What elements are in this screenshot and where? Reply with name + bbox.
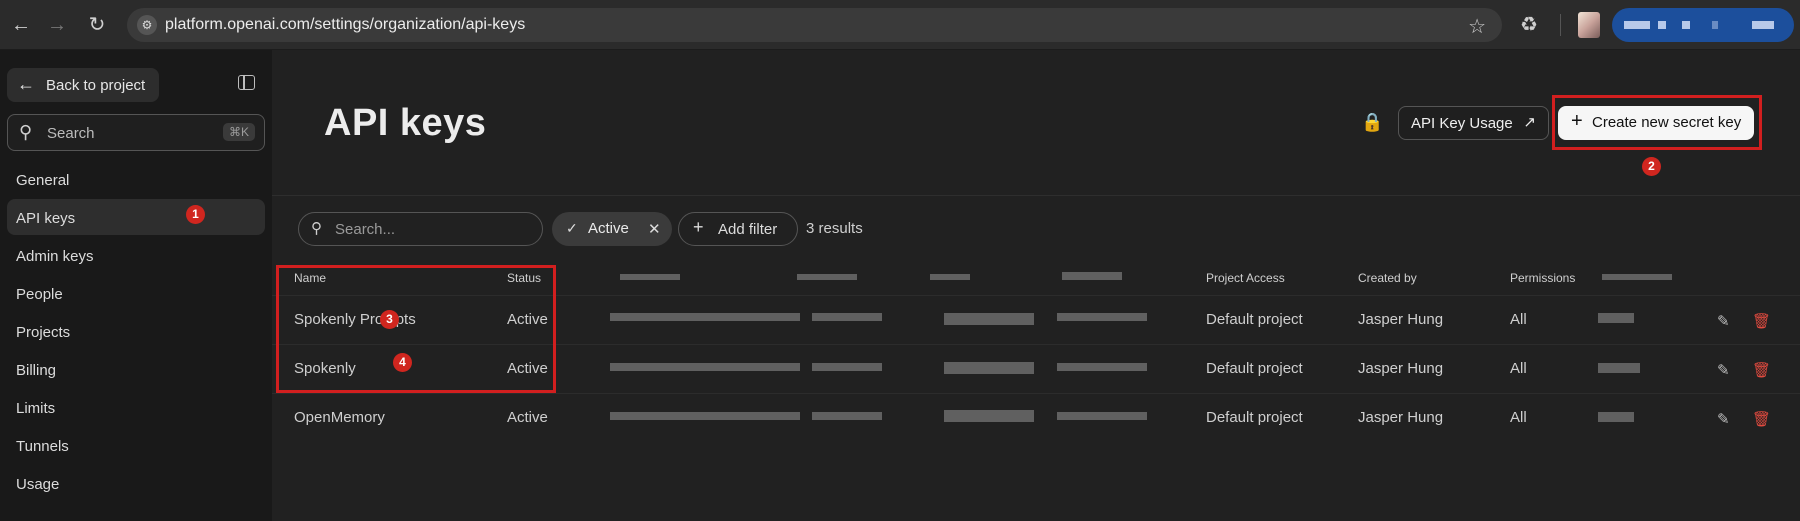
- search-icon: ⚲: [19, 122, 33, 142]
- search-shortcut-badge: ⌘K: [222, 123, 255, 141]
- page-title: API keys: [324, 102, 487, 144]
- annotation-badge-3: 3: [380, 310, 399, 329]
- table-search-placeholder: Search...: [335, 221, 396, 238]
- sidebar: ← Back to project ⚲ Search ⌘K General AP…: [0, 50, 272, 521]
- active-filter-label: Active: [588, 220, 629, 237]
- back-to-project-label: Back to project: [46, 77, 146, 94]
- api-key-usage-button[interactable]: API Key Usage ↗: [1398, 106, 1549, 140]
- star-icon[interactable]: ☆: [1468, 14, 1486, 39]
- check-icon: ✓: [566, 220, 578, 236]
- redacted-value: [944, 410, 1034, 422]
- annotation-box-rows: [276, 265, 556, 393]
- edit-icon[interactable]: ✎: [1717, 361, 1733, 379]
- redacted-value: [610, 363, 800, 371]
- sidebar-search-input[interactable]: ⚲ Search ⌘K: [7, 114, 265, 151]
- site-settings-icon[interactable]: ⚙: [137, 15, 157, 35]
- row-created-by: Jasper Hung: [1358, 311, 1444, 328]
- redacted-value: [1057, 313, 1147, 321]
- redacted-value: [1598, 412, 1634, 422]
- annotation-badge-2: 2: [1642, 157, 1661, 176]
- external-link-icon: ↗: [1523, 114, 1536, 131]
- redacted-value: [944, 362, 1034, 374]
- row-permissions: All: [1510, 409, 1527, 426]
- puzzle-icon[interactable]: ♻: [1520, 12, 1538, 37]
- redacted-value: [1598, 363, 1640, 373]
- sidebar-item-tunnels[interactable]: Tunnels: [16, 438, 69, 455]
- edit-icon[interactable]: ✎: [1717, 312, 1733, 330]
- column-header-created-by[interactable]: Created by: [1358, 271, 1417, 285]
- sidebar-toggle-icon[interactable]: [238, 75, 255, 90]
- row-created-by: Jasper Hung: [1358, 360, 1444, 377]
- row-project-access: Default project: [1206, 360, 1303, 377]
- redacted-value: [1057, 412, 1147, 420]
- edit-icon[interactable]: ✎: [1717, 410, 1733, 428]
- redacted-value: [1598, 313, 1634, 323]
- reload-icon[interactable]: ↻: [84, 12, 110, 38]
- row-project-access: Default project: [1206, 409, 1303, 426]
- search-icon: ⚲: [311, 220, 322, 237]
- annotation-badge-1: 1: [186, 205, 205, 224]
- sidebar-item-limits[interactable]: Limits: [16, 400, 55, 417]
- browser-toolbar: ← → ↻ ⚙ platform.openai.com/settings/org…: [0, 0, 1800, 50]
- sidebar-item-general[interactable]: General: [16, 172, 69, 189]
- back-to-project-button[interactable]: ← Back to project: [7, 68, 159, 102]
- redacted-header: [1602, 274, 1672, 280]
- plus-icon: +: [693, 217, 704, 237]
- row-status: Active: [507, 409, 548, 426]
- redacted-header: [620, 274, 680, 280]
- lock-icon[interactable]: 🔒: [1361, 112, 1383, 133]
- add-filter-label: Add filter: [718, 221, 778, 238]
- redacted-value: [944, 313, 1034, 325]
- trash-icon[interactable]: 🗑: [1752, 361, 1771, 379]
- redacted-value: [1057, 363, 1147, 371]
- redacted-header: [797, 274, 857, 280]
- sidebar-item-admin-keys[interactable]: Admin keys: [16, 248, 94, 265]
- redacted-value: [610, 412, 800, 420]
- back-arrow-icon[interactable]: ←: [8, 12, 34, 38]
- url-text: platform.openai.com/settings/organizatio…: [165, 16, 526, 33]
- profile-avatar[interactable]: [1578, 12, 1600, 38]
- forward-arrow-icon[interactable]: →: [44, 12, 70, 38]
- annotation-box-create: [1552, 95, 1762, 150]
- sidebar-item-api-keys[interactable]: API keys: [16, 210, 75, 227]
- column-header-project-access[interactable]: Project Access: [1206, 271, 1285, 285]
- annotation-badge-4: 4: [393, 353, 412, 372]
- row-created-by: Jasper Hung: [1358, 409, 1444, 426]
- sidebar-search-placeholder: Search: [47, 125, 95, 142]
- table-search-input[interactable]: ⚲ Search...: [298, 212, 543, 246]
- redacted-value: [812, 412, 882, 420]
- row-name: OpenMemory: [294, 409, 385, 426]
- redacted-value: [812, 313, 882, 321]
- arrow-left-icon: ←: [17, 74, 35, 94]
- add-filter-button[interactable]: + Add filter: [678, 212, 798, 246]
- sidebar-item-projects[interactable]: Projects: [16, 324, 70, 341]
- trash-icon[interactable]: 🗑: [1752, 312, 1771, 330]
- row-project-access: Default project: [1206, 311, 1303, 328]
- main-content: API keys 🔒 API Key Usage ↗ + Create new …: [272, 50, 1800, 521]
- row-permissions: All: [1510, 360, 1527, 377]
- trash-icon[interactable]: 🗑: [1752, 410, 1771, 428]
- row-permissions: All: [1510, 311, 1527, 328]
- profile-pill[interactable]: [1612, 8, 1794, 42]
- active-filter-chip[interactable]: ✓ Active ✕: [552, 212, 672, 246]
- toolbar-divider: [1560, 14, 1561, 36]
- api-key-usage-label: API Key Usage: [1411, 115, 1513, 132]
- sidebar-item-people[interactable]: People: [16, 286, 63, 303]
- results-count: 3 results: [806, 220, 863, 237]
- sidebar-item-billing[interactable]: Billing: [16, 362, 56, 379]
- redacted-header: [1062, 272, 1122, 280]
- address-bar[interactable]: ⚙ platform.openai.com/settings/organizat…: [127, 8, 1502, 42]
- redacted-value: [610, 313, 800, 321]
- sidebar-item-usage[interactable]: Usage: [16, 476, 59, 493]
- redacted-value: [812, 363, 882, 371]
- row-divider: [272, 393, 1800, 394]
- column-header-permissions[interactable]: Permissions: [1510, 271, 1575, 285]
- header-divider: [272, 195, 1800, 196]
- redacted-header: [930, 274, 970, 280]
- close-icon[interactable]: ✕: [648, 220, 661, 238]
